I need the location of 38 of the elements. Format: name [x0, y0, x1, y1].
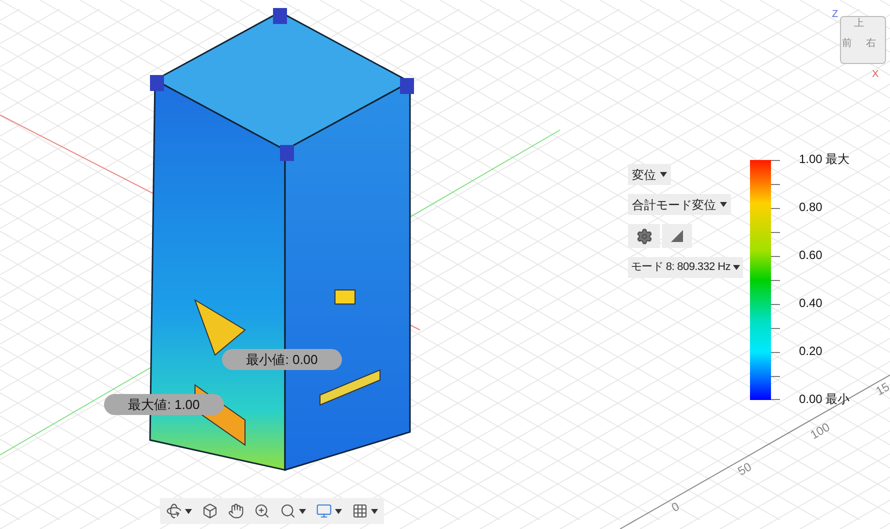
- caret-icon: [720, 202, 727, 207]
- grid-icon: [352, 503, 368, 519]
- settings-button[interactable]: [628, 224, 660, 248]
- scale-label: 0.00 最小: [799, 393, 850, 405]
- caret-icon: [299, 508, 306, 514]
- monitor-icon: [316, 503, 332, 519]
- triangle-button[interactable]: [662, 224, 692, 248]
- component-dropdown[interactable]: 合計モード変位: [628, 194, 731, 215]
- cube-face-label: 前: [842, 37, 852, 51]
- ruler-label: 50: [734, 458, 755, 480]
- caret-icon: [733, 265, 740, 270]
- caret-icon: [660, 172, 667, 177]
- mode-dropdown[interactable]: モード 8: 809.332 Hz: [628, 257, 744, 278]
- caret-icon: [335, 508, 342, 514]
- search-icon: [280, 503, 296, 519]
- cube-face-label: 上: [854, 16, 864, 31]
- ruler-label: 100: [806, 418, 834, 444]
- caret-icon: [371, 508, 378, 514]
- triangle-icon: [671, 230, 683, 242]
- ruler-label: 15: [872, 378, 890, 400]
- ruler-label: 0: [668, 498, 683, 516]
- hand-icon: [228, 503, 244, 519]
- zoom-icon: [254, 503, 270, 519]
- cube-face-label: 右: [866, 37, 876, 51]
- box-icon: [202, 503, 218, 519]
- result-type-dropdown[interactable]: 変位: [628, 164, 671, 185]
- probe-label: 最大値: 1.00: [104, 394, 224, 415]
- scale-label: 0.80: [799, 201, 822, 213]
- scale-label: 0.60: [799, 249, 822, 261]
- scale-label: 0.40: [799, 297, 822, 309]
- axis-label: X: [872, 70, 879, 80]
- settings-icon: [636, 228, 652, 244]
- scale-label: 0.20: [799, 345, 822, 357]
- caret-icon: [185, 508, 192, 514]
- axis-label: Z: [832, 10, 838, 20]
- probe-label: 最小値: 0.00: [222, 349, 342, 370]
- scale-label: 1.00 最大: [799, 153, 850, 165]
- orbit-icon: [166, 503, 182, 519]
